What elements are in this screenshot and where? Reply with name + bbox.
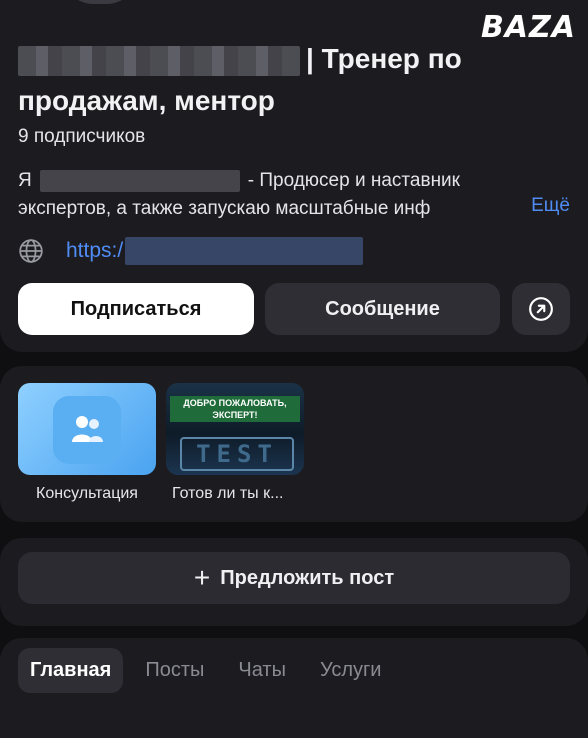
thumbnail-test-text: TEST — [180, 437, 294, 471]
tab-posts[interactable]: Посты — [133, 648, 216, 693]
avatar[interactable] — [60, 0, 140, 4]
suggest-post-button[interactable]: + Предложить пост — [18, 552, 570, 604]
services-card: Консультация ДОБРО ПОЖАЛОВАТЬ, ЭКСПЕРТ! … — [0, 366, 588, 522]
service-thumbnail — [18, 383, 156, 475]
redacted-link — [125, 237, 364, 265]
profile-link[interactable]: https:/ — [66, 239, 123, 263]
service-label: Готов ли ты к... — [172, 485, 284, 502]
tab-services[interactable]: Услуги — [308, 648, 394, 693]
people-icon — [53, 396, 121, 464]
suggest-post-label: Предложить пост — [220, 566, 395, 589]
tab-chats[interactable]: Чаты — [226, 648, 298, 693]
subscriber-count[interactable]: 9 подписчиков — [18, 126, 145, 148]
watermark-logo: BAZA — [480, 10, 576, 45]
thumbnail-banner: ДОБРО ПОЖАЛОВАТЬ, ЭКСПЕРТ! — [170, 396, 300, 422]
tabs-bar: Главная Посты Чаты Услуги — [0, 638, 588, 738]
subscribe-button[interactable]: Подписаться — [18, 283, 254, 335]
bio-more-link[interactable]: Ещё — [531, 195, 570, 217]
bio-line2: экспертов, а также запускаю масштабные и… — [18, 198, 431, 219]
bio-prefix: Я — [18, 170, 32, 191]
share-button[interactable] — [512, 283, 570, 335]
profile-name: | Тренер по продажам, ментор — [18, 38, 578, 122]
suggest-post-card: + Предложить пост — [0, 538, 588, 626]
globe-icon — [19, 239, 43, 263]
redacted-name — [18, 45, 300, 76]
redacted-bio-name — [39, 169, 240, 192]
bio-line1: - Продюсер и наставник — [247, 170, 460, 191]
tab-main[interactable]: Главная — [18, 648, 124, 693]
service-item-test[interactable]: ДОБРО ПОЖАЛОВАТЬ, ЭКСПЕРТ! TEST Готов ли… — [166, 383, 304, 503]
service-label: Консультация — [36, 485, 138, 502]
service-thumbnail: ДОБРО ПОЖАЛОВАТЬ, ЭКСПЕРТ! TEST — [166, 383, 304, 475]
plus-icon: + — [193, 562, 211, 593]
service-item-consultation[interactable]: Консультация — [18, 383, 156, 503]
profile-card: | Тренер по продажам, ментор 9 подписчик… — [0, 0, 588, 352]
message-button[interactable]: Сообщение — [265, 283, 500, 335]
profile-bio: Я - Продюсер и наставник экспертов, а так… — [18, 167, 578, 223]
arrow-up-right-circle-icon — [529, 297, 553, 321]
profile-link-row[interactable]: https:/ — [18, 236, 364, 266]
